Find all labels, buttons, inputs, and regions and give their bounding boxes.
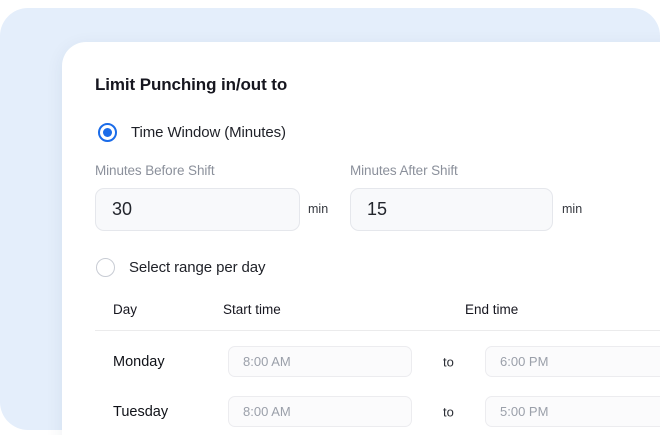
radio-unselected-icon[interactable] <box>96 258 115 277</box>
minutes-after-shift-label: Minutes After Shift <box>350 163 458 178</box>
day-label: Monday <box>113 353 165 370</box>
page-title: Limit Punching in/out to <box>95 75 288 94</box>
radio-selected-icon[interactable] <box>98 123 117 142</box>
to-separator-label: to <box>443 404 454 419</box>
range-per-day-radio-label: Select range per day <box>129 259 266 276</box>
minutes-after-unit-label: min <box>562 202 583 216</box>
monday-start-time-input[interactable] <box>228 346 412 377</box>
column-header-day: Day <box>113 302 138 317</box>
to-separator-label: to <box>443 354 454 369</box>
table-header-divider <box>95 330 660 331</box>
tuesday-start-time-input[interactable] <box>228 396 412 427</box>
time-window-radio-label: Time Window (Minutes) <box>131 124 286 141</box>
column-header-end: End time <box>465 302 519 317</box>
table-row-tuesday: Tuesday to <box>62 396 660 427</box>
day-label: Tuesday <box>113 403 169 420</box>
minutes-before-shift-label: Minutes Before Shift <box>95 163 215 178</box>
minutes-after-shift-input[interactable] <box>350 188 553 231</box>
settings-card: Limit Punching in/out to Time Window (Mi… <box>62 42 660 435</box>
table-row-monday: Monday to <box>62 346 660 377</box>
column-header-start: Start time <box>223 302 281 317</box>
monday-end-time-input[interactable] <box>485 346 660 377</box>
range-per-day-radio-option[interactable]: Select range per day <box>96 258 266 277</box>
minutes-before-shift-input[interactable] <box>95 188 300 231</box>
time-window-radio-option[interactable]: Time Window (Minutes) <box>98 123 286 142</box>
minutes-before-unit-label: min <box>308 202 329 216</box>
tuesday-end-time-input[interactable] <box>485 396 660 427</box>
